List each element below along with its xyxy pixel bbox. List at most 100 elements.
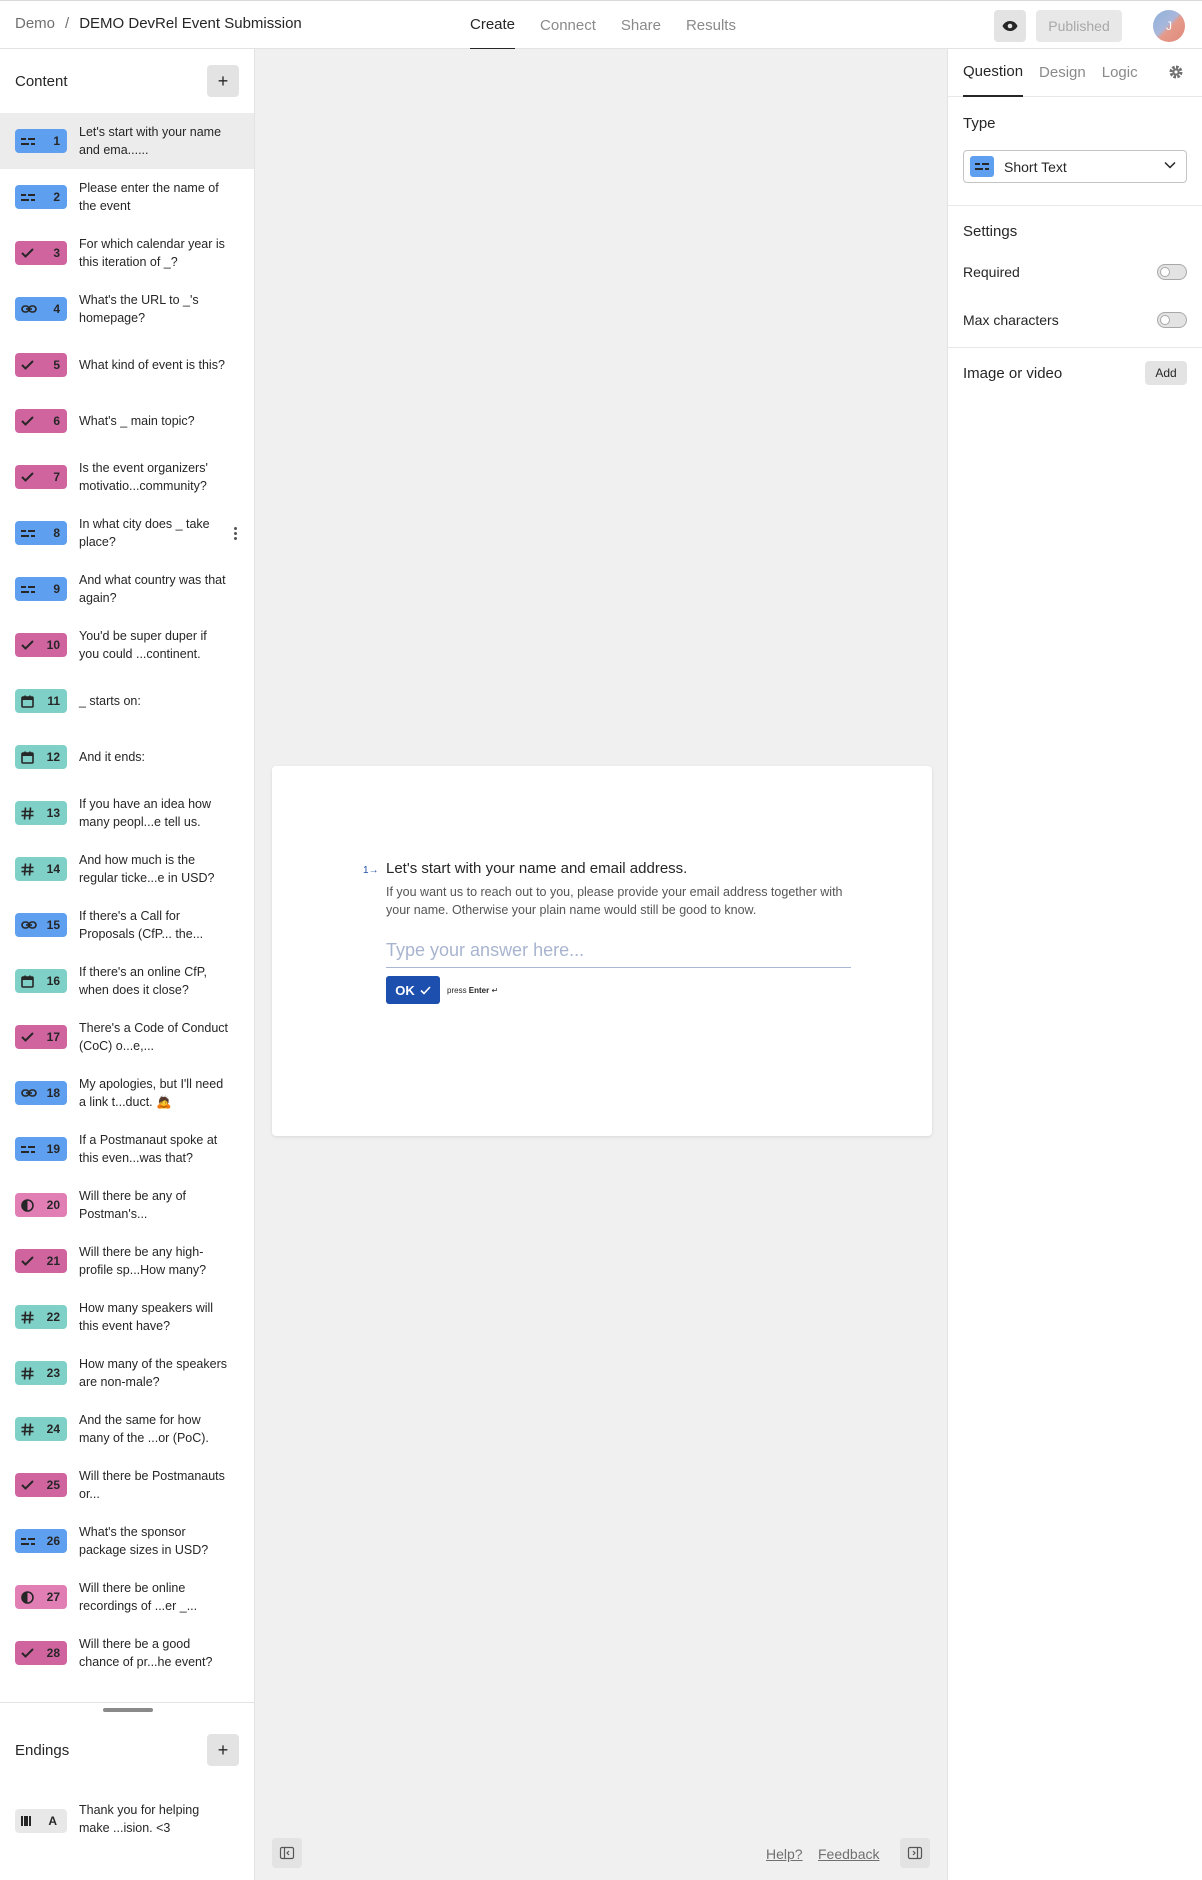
question-type-badge: 21 (15, 1249, 67, 1273)
feedback-link[interactable]: Feedback (818, 1846, 879, 1862)
question-number: 5 (53, 358, 60, 372)
gear-icon[interactable] (1168, 64, 1184, 80)
top-bar: Demo / DEMO DevRel Event Submission Crea… (0, 0, 1202, 50)
question-item[interactable]: 9 And what country was that again? (0, 561, 254, 617)
question-item[interactable]: 17 There's a Code of Conduct (CoC) o...e,… (0, 1009, 254, 1065)
question-type-badge: 2 (15, 185, 67, 209)
question-number: 18 (46, 1086, 60, 1100)
question-type-select[interactable]: Short Text (963, 150, 1187, 183)
question-item[interactable]: 25 Will there be Postmanauts or... (0, 1457, 254, 1513)
resize-handle[interactable] (103, 1708, 153, 1712)
question-type-badge: 9 (15, 577, 67, 601)
date-icon (21, 975, 34, 988)
question-type-badge: 13 (15, 801, 67, 825)
question-type-value: Short Text (1004, 158, 1067, 175)
question-item[interactable]: 28 Will there be a good chance of pr...he… (0, 1625, 254, 1681)
ok-button[interactable]: OK (386, 976, 440, 1004)
max-characters-label: Max characters (963, 312, 1059, 328)
question-item[interactable]: 8 In what city does _ take place? (0, 505, 254, 561)
required-toggle[interactable] (1157, 264, 1187, 280)
question-item[interactable]: 5 What kind of event is this? (0, 337, 254, 393)
question-title[interactable]: Let's start with your name and email add… (386, 860, 687, 877)
question-item[interactable]: 21 Will there be any high-profile sp...Ho… (0, 1233, 254, 1289)
question-item[interactable]: 14 And how much is the regular ticke...e … (0, 841, 254, 897)
question-number: 22 (46, 1310, 60, 1324)
question-item[interactable]: 19 If a Postmanaut spoke at this even...w… (0, 1121, 254, 1177)
question-item[interactable]: 26 What's the sponsor package sizes in US… (0, 1513, 254, 1569)
question-text: For which calendar year is this iteratio… (79, 237, 225, 269)
date-icon (21, 751, 34, 764)
question-item[interactable]: 7 Is the event organizers' motivatio...co… (0, 449, 254, 505)
published-button[interactable]: Published (1036, 10, 1122, 42)
question-item[interactable]: 18 My apologies, but I'll need a link t..… (0, 1065, 254, 1121)
question-text: What's _ main topic? (79, 414, 195, 428)
question-item[interactable]: 6 What's _ main topic? (0, 393, 254, 449)
tab-results[interactable]: Results (686, 1, 736, 50)
question-number: 1→ (363, 865, 379, 876)
tab-logic[interactable]: Logic (1102, 49, 1138, 97)
question-text: If you have an idea how many peopl...e t… (79, 797, 212, 829)
short-text-icon (21, 137, 35, 146)
tab-design[interactable]: Design (1039, 49, 1086, 97)
breadcrumb-form-title[interactable]: DEMO DevRel Event Submission (79, 15, 302, 32)
add-question-button[interactable]: + (207, 65, 239, 97)
tab-share[interactable]: Share (621, 1, 661, 50)
question-description[interactable]: If you want us to reach out to you, plea… (386, 883, 856, 919)
question-type-badge: 4 (15, 297, 67, 321)
question-preview-card: 1→ Let's start with your name and email … (272, 766, 932, 1136)
question-number: 28 (46, 1646, 60, 1660)
ending-item[interactable]: A Thank you for helping make ...ision. <… (0, 1793, 254, 1849)
question-item[interactable]: 15 If there's a Call for Proposals (CfP..… (0, 897, 254, 953)
question-item[interactable]: 16 If there's an online CfP, when does it… (0, 953, 254, 1009)
add-media-button[interactable]: Add (1145, 361, 1187, 385)
question-item[interactable]: 24 And the same for how many of the ...or… (0, 1401, 254, 1457)
section-divider (948, 205, 1202, 206)
type-label: Type (963, 115, 996, 132)
question-item[interactable]: 20 Will there be any of Postman's... (0, 1177, 254, 1233)
question-type-badge: 26 (15, 1529, 67, 1553)
question-type-badge: 8 (15, 521, 67, 545)
website-icon (21, 920, 37, 930)
settings-tabs: Question Design Logic (948, 49, 1202, 97)
question-item[interactable]: 1 Let's start with your name and ema.....… (0, 113, 254, 169)
tab-create[interactable]: Create (470, 1, 516, 50)
avatar[interactable]: J (1153, 10, 1185, 42)
question-item[interactable]: 10 You'd be super duper if you could ...c… (0, 617, 254, 673)
content-header: Content + (0, 49, 254, 113)
question-item[interactable]: 22 How many speakers will this event have… (0, 1289, 254, 1345)
media-setting: Image or video Add (963, 361, 1187, 385)
question-number: 13 (46, 806, 60, 820)
question-item[interactable]: 4 What's the URL to _'s homepage? (0, 281, 254, 337)
question-item[interactable]: 11 _ starts on: (0, 673, 254, 729)
question-number: 25 (46, 1478, 60, 1492)
endings-header: Endings + (0, 1718, 254, 1782)
max-characters-toggle[interactable] (1157, 312, 1187, 328)
question-item[interactable]: 23 How many of the speakers are non-male? (0, 1345, 254, 1401)
press-enter-hint: press Enter ↵ (447, 986, 499, 995)
question-number: 16 (46, 974, 60, 988)
question-item[interactable]: 2 Please enter the name of the event (0, 169, 254, 225)
breadcrumb-workspace[interactable]: Demo (15, 15, 55, 32)
question-item[interactable]: 27 Will there be online recordings of ...… (0, 1569, 254, 1625)
question-number: 20 (46, 1198, 60, 1212)
tab-question[interactable]: Question (963, 49, 1024, 97)
question-text: If a Postmanaut spoke at this even...was… (79, 1133, 218, 1165)
more-options-icon[interactable] (228, 523, 242, 543)
add-ending-button[interactable]: + (207, 1734, 239, 1766)
date-icon (21, 695, 34, 708)
short-text-icon (21, 193, 35, 202)
collapse-left-panel-button[interactable] (272, 1838, 302, 1868)
tab-connect[interactable]: Connect (540, 1, 596, 50)
collapse-right-panel-button[interactable] (900, 1838, 930, 1868)
question-text: _ starts on: (79, 694, 141, 708)
preview-button[interactable] (994, 10, 1026, 42)
ending-icon (21, 1816, 31, 1826)
question-text: Let's start with your name and ema...... (79, 125, 222, 157)
question-item[interactable]: 3 For which calendar year is this iterati… (0, 225, 254, 281)
help-link[interactable]: Help? (766, 1846, 803, 1862)
question-item[interactable]: 12 And it ends: (0, 729, 254, 785)
question-number: 2 (53, 190, 60, 204)
question-item[interactable]: 13 If you have an idea how many peopl...e… (0, 785, 254, 841)
question-number: 7 (53, 470, 60, 484)
answer-input[interactable]: Type your answer here... (386, 940, 851, 968)
